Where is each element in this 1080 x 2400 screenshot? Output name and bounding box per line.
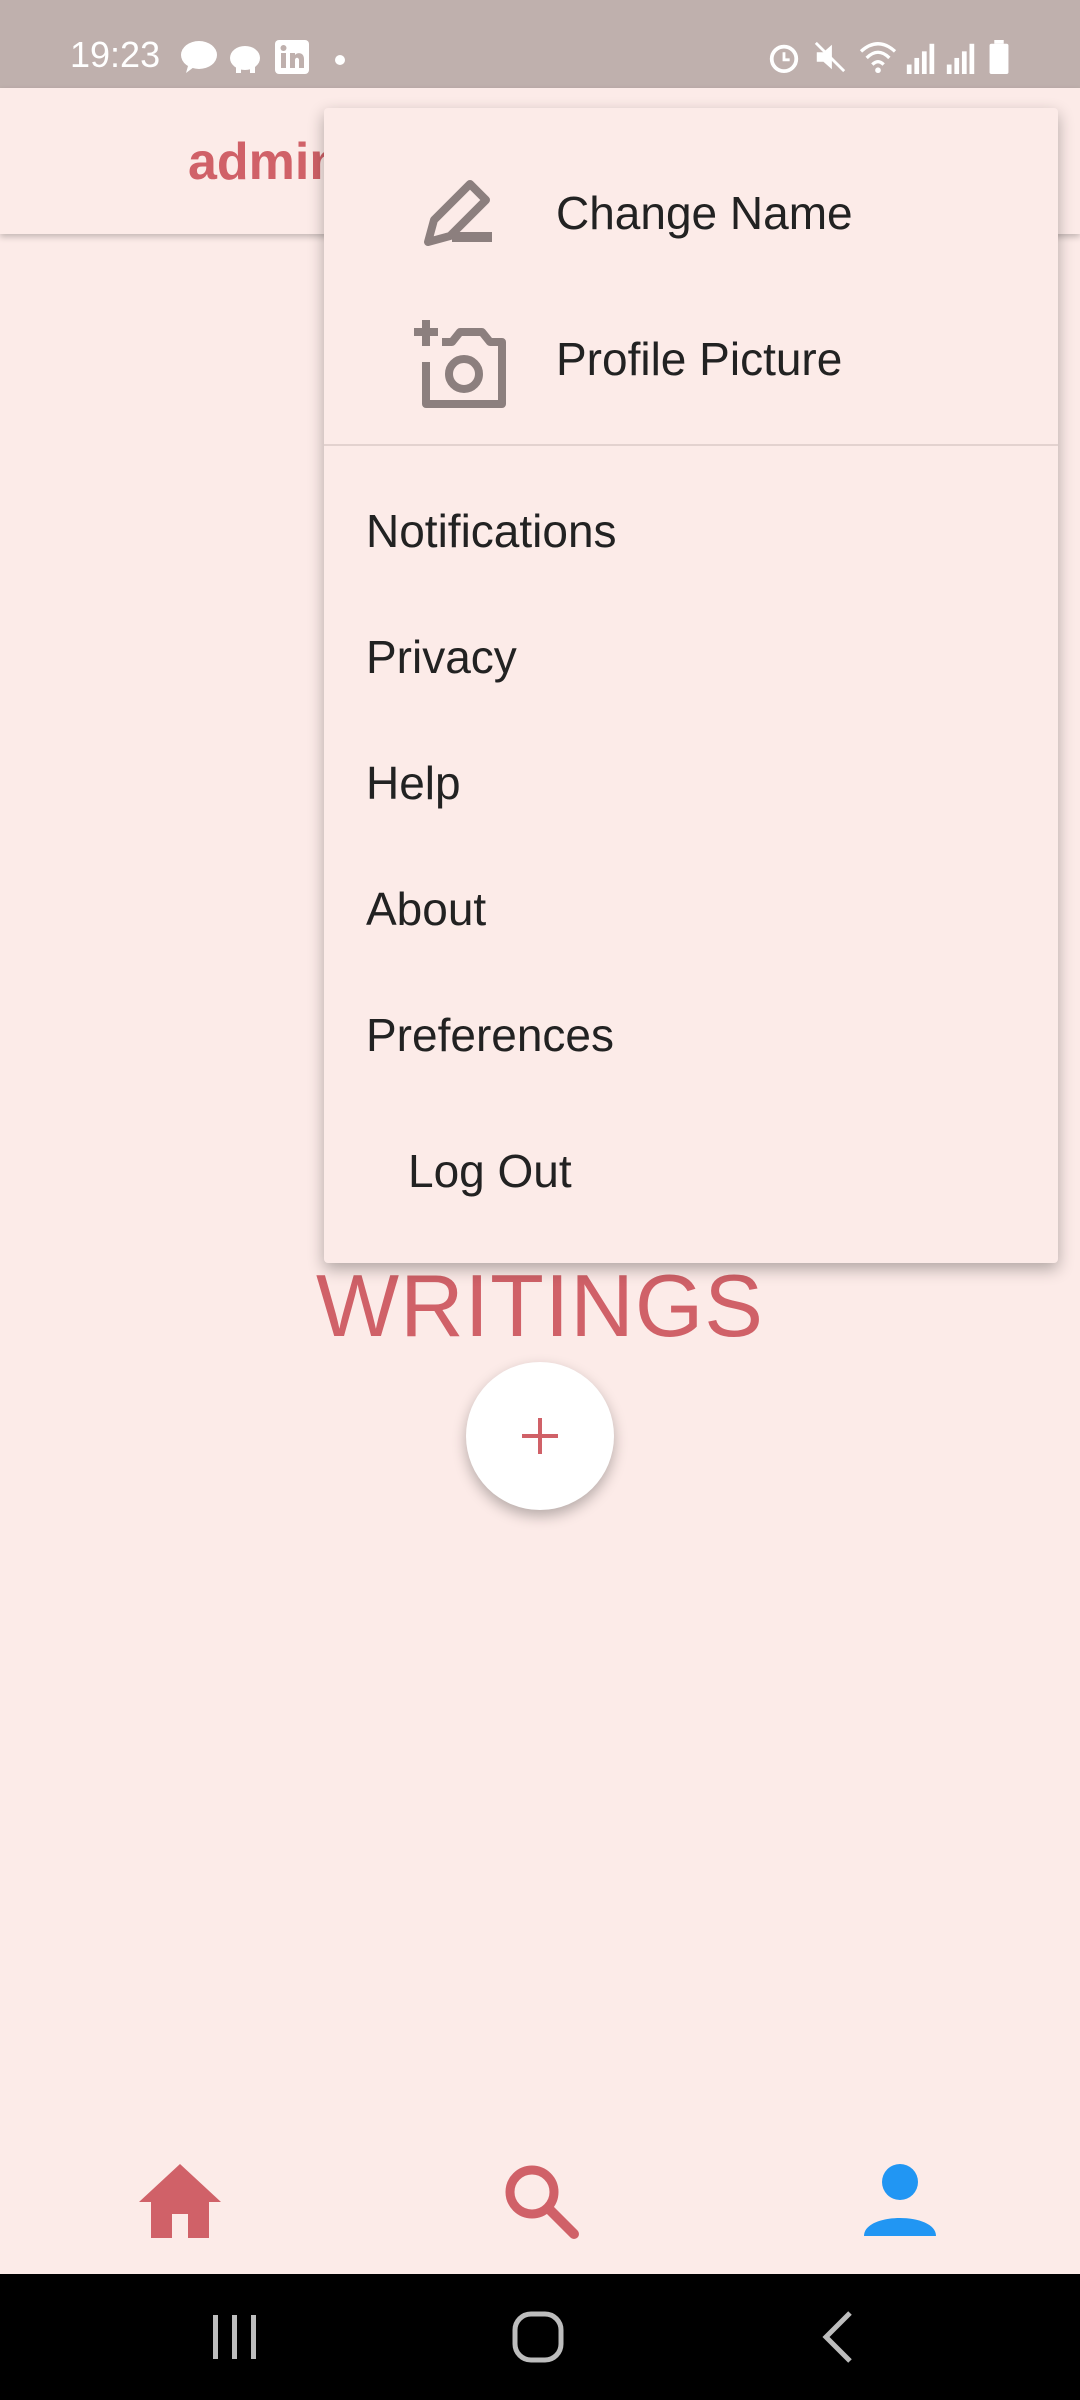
battery-icon bbox=[989, 40, 1009, 74]
recent-apps-icon bbox=[213, 2315, 256, 2359]
linkedin-icon bbox=[275, 40, 309, 74]
recent-apps-button[interactable] bbox=[135, 2274, 335, 2400]
menu-item-label: Privacy bbox=[366, 631, 517, 683]
person-icon bbox=[864, 2164, 936, 2236]
menu-item-label: Preferences bbox=[366, 1009, 615, 1061]
menu-divider bbox=[324, 444, 1058, 446]
menu-item-label: About bbox=[366, 883, 487, 935]
menu-item-about[interactable]: About bbox=[324, 846, 1058, 966]
menu-item-privacy[interactable]: Privacy bbox=[324, 594, 1058, 714]
app-title: admin bbox=[188, 133, 342, 191]
home-circle-icon bbox=[512, 2311, 564, 2363]
status-bar: 19:23 bbox=[0, 0, 1080, 88]
add-photo-icon bbox=[414, 320, 506, 408]
nav-home[interactable] bbox=[0, 2128, 360, 2274]
back-button[interactable] bbox=[740, 2274, 940, 2400]
nav-profile[interactable] bbox=[720, 2128, 1080, 2274]
back-icon bbox=[822, 2311, 852, 2363]
mute-icon bbox=[814, 41, 846, 73]
menu-item-help[interactable]: Help bbox=[324, 720, 1058, 840]
menu-item-label: Profile Picture bbox=[556, 333, 843, 385]
piggy-bank-icon bbox=[230, 46, 260, 73]
menu-item-change-name[interactable]: Change Name bbox=[324, 150, 1058, 270]
add-writing-button[interactable] bbox=[466, 1362, 614, 1510]
menu-item-label: Log Out bbox=[408, 1145, 572, 1197]
menu-item-log-out[interactable]: Log Out bbox=[324, 1108, 1058, 1228]
edit-icon bbox=[424, 180, 492, 246]
writings-heading: WRITINGS bbox=[316, 1256, 764, 1355]
wifi-icon bbox=[859, 42, 897, 74]
home-system-button[interactable] bbox=[438, 2274, 638, 2400]
bottom-nav bbox=[0, 2128, 1080, 2274]
alarm-icon bbox=[769, 44, 799, 74]
status-time: 19:23 bbox=[70, 34, 161, 75]
nav-search[interactable] bbox=[360, 2128, 720, 2274]
menu-item-label: Notifications bbox=[366, 505, 617, 557]
signal-icon bbox=[946, 43, 975, 74]
system-nav-bar bbox=[0, 2274, 1080, 2400]
dot-icon bbox=[335, 55, 345, 65]
menu-item-label: Change Name bbox=[556, 187, 853, 239]
settings-menu: Change Name Profile Picture Notification… bbox=[324, 108, 1058, 1263]
plus-icon bbox=[522, 1418, 558, 1454]
signal-icon bbox=[906, 43, 935, 74]
menu-item-preferences[interactable]: Preferences bbox=[324, 972, 1058, 1092]
talk-icon bbox=[181, 41, 217, 73]
search-icon bbox=[505, 2165, 579, 2239]
home-icon bbox=[139, 2164, 221, 2238]
menu-item-notifications[interactable]: Notifications bbox=[324, 468, 1058, 588]
menu-item-profile-picture[interactable]: Profile Picture bbox=[324, 296, 1058, 416]
menu-item-label: Help bbox=[366, 757, 461, 809]
